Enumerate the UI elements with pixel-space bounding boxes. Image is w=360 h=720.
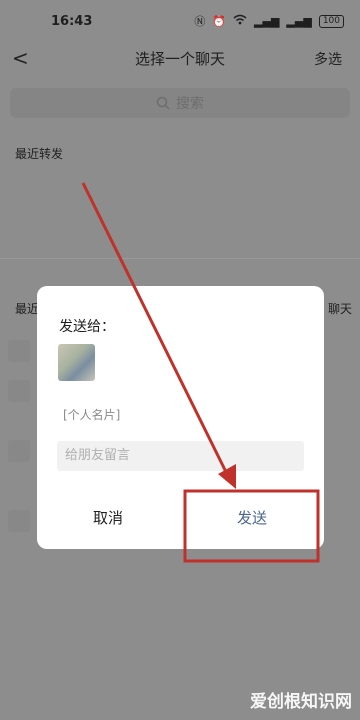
message-input[interactable]: 给朋友留言 <box>57 441 304 471</box>
signal-icon: ▂▄▆ <box>254 14 280 28</box>
dialog-title: 发送给： <box>59 319 115 335</box>
header: < 选择一个聊天 多选 <box>0 44 360 76</box>
wifi-icon <box>233 14 247 28</box>
page-title: 选择一个聊天 <box>134 50 225 68</box>
watermark: 爱创根知识网 <box>250 692 352 712</box>
nfc-icon: Ⓝ <box>194 15 206 28</box>
search-icon <box>156 96 170 110</box>
send-dialog: 发送给： [个人名片] 给朋友留言 取消 发送 <box>37 286 324 549</box>
section-right-label: 聊天 <box>327 302 352 316</box>
search-placeholder: 搜索 <box>176 96 204 112</box>
screen: 16:43 Ⓝ ⏰ ▂▄▆ ▂▄▆ 100 < 选择一个聊天 多选 搜索 最近转… <box>0 0 360 720</box>
signal-icon-2: ▂▄▆ <box>286 14 312 28</box>
chat-avatar <box>8 510 30 532</box>
chat-avatar <box>8 340 30 362</box>
multi-select-button[interactable]: 多选 <box>314 49 342 69</box>
search-input[interactable]: 搜索 <box>10 88 350 118</box>
divider <box>0 258 360 259</box>
alarm-icon: ⏰ <box>212 14 227 28</box>
status-icons: Ⓝ ⏰ ▂▄▆ ▂▄▆ 100 <box>194 13 344 29</box>
cancel-button[interactable]: 取消 <box>93 507 123 528</box>
card-type-label: [个人名片] <box>63 408 121 422</box>
chat-avatar <box>8 440 30 462</box>
section-recent-chat: 最近 <box>15 302 40 316</box>
send-button[interactable]: 发送 <box>237 507 267 528</box>
status-bar: 16:43 Ⓝ ⏰ ▂▄▆ ▂▄▆ 100 <box>0 0 360 44</box>
section-recent-forward: 最近转发 <box>15 147 64 161</box>
chat-avatar <box>8 380 30 402</box>
recipient-avatar <box>58 344 95 381</box>
status-time: 16:43 <box>51 14 93 29</box>
battery-icon: 100 <box>318 14 344 28</box>
